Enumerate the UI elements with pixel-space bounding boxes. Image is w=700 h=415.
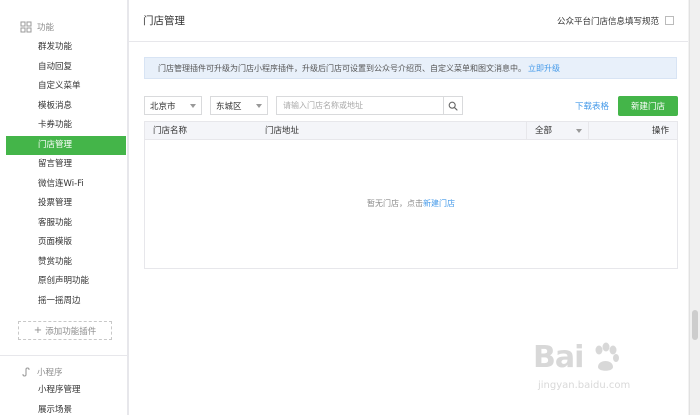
toolbar: 北京市 东城区 下载表格 新建门店 [144, 96, 678, 116]
sidebar-item-wifi[interactable]: 微信连Wi-Fi [0, 175, 127, 195]
empty-state: 暂无门店，点击新建门店 [145, 198, 677, 209]
search-button[interactable] [443, 97, 462, 114]
sidebar-item-card-coupon[interactable]: 卡券功能 [0, 116, 127, 136]
watermark-logo: Bai [533, 340, 584, 375]
sidebar: 功能 群发功能 自动回复 自定义菜单 模板消息 卡券功能 门店管理 留言管理 微… [0, 0, 128, 415]
sidebar-item-store-management[interactable]: 门店管理 [6, 135, 126, 155]
chevron-down-icon [190, 104, 196, 108]
mini-program-icon [20, 366, 32, 378]
sidebar-item-mass-send[interactable]: 群发功能 [0, 38, 127, 58]
empty-new-store-link[interactable]: 新建门店 [423, 199, 455, 208]
sidebar-item-page-template[interactable]: 页面模版 [0, 233, 127, 253]
sidebar-section-mini-label: 小程序 [37, 368, 63, 378]
sidebar-item-auto-reply[interactable]: 自动回复 [0, 58, 127, 78]
sidebar-mini-program-section: 小程序 小程序管理 展示场景 [0, 363, 127, 415]
spec-link[interactable]: 公众平台门店信息填写规范 [557, 15, 659, 27]
spec-checkbox[interactable] [665, 16, 674, 25]
sidebar-section-mini-program: 小程序 [0, 363, 127, 381]
sidebar-item-mini-program-management[interactable]: 小程序管理 [0, 381, 127, 401]
sidebar-item-reward[interactable]: 赞赏功能 [0, 253, 127, 273]
plus-icon: + [33, 325, 43, 336]
table-header: 门店名称 门店地址 全部 操作 [145, 122, 677, 140]
page-header: 门店管理 公众平台门店信息填写规范 [129, 0, 688, 42]
sidebar-section-label: 功能 [37, 23, 55, 33]
upgrade-link[interactable]: 立即升级 [528, 63, 560, 74]
search-icon [448, 101, 458, 111]
sidebar-item-custom-menu[interactable]: 自定义菜单 [0, 77, 127, 97]
district-select[interactable]: 东城区 [210, 96, 268, 115]
baidu-watermark: Bai jingyan.baidu.com [533, 340, 663, 400]
empty-text: 暂无门店，点击 [367, 199, 423, 208]
status-filter-dropdown[interactable]: 全部 [526, 122, 589, 140]
store-table: 门店名称 门店地址 全部 操作 暂无门店，点击新建门店 [144, 121, 678, 269]
sidebar-item-comment-management[interactable]: 留言管理 [0, 155, 127, 175]
scrollbar-thumb[interactable] [692, 310, 698, 340]
page-title: 门店管理 [143, 15, 185, 27]
sidebar-item-display-scene[interactable]: 展示场景 [0, 401, 127, 415]
search-input[interactable] [277, 97, 443, 114]
scrollbar[interactable] [689, 0, 700, 415]
paw-icon [595, 342, 619, 371]
add-plugin-label: 添加功能插件 [45, 326, 97, 337]
city-select-value: 北京市 [150, 101, 176, 112]
store-search [276, 96, 463, 115]
sidebar-section-function: 功能 [0, 18, 127, 36]
sidebar-item-vote-management[interactable]: 投票管理 [0, 194, 127, 214]
status-filter-value: 全部 [535, 126, 553, 136]
download-table-link[interactable]: 下载表格 [575, 100, 609, 112]
new-store-button[interactable]: 新建门店 [618, 96, 678, 116]
column-store-address: 门店地址 [265, 126, 300, 136]
sidebar-item-original-declaration[interactable]: 原创声明功能 [0, 272, 127, 292]
upgrade-notice: 门店管理插件可升级为门店小程序插件，升级后门店可设置到公众号介绍页、自定义菜单和… [144, 57, 677, 79]
column-actions: 操作 [651, 126, 669, 136]
sidebar-divider [0, 355, 127, 356]
chevron-down-icon [256, 104, 262, 108]
sidebar-item-template-message[interactable]: 模板消息 [0, 97, 127, 117]
chevron-down-icon [576, 129, 582, 133]
district-select-value: 东城区 [216, 101, 242, 112]
city-select[interactable]: 北京市 [144, 96, 202, 115]
watermark-url: jingyan.baidu.com [538, 380, 631, 391]
add-plugin-button[interactable]: + 添加功能插件 [18, 321, 112, 340]
grid-icon [20, 21, 32, 33]
sidebar-item-customer-service[interactable]: 客服功能 [0, 214, 127, 234]
spec-link-group[interactable]: 公众平台门店信息填写规范 [557, 15, 674, 27]
notice-text: 门店管理插件可升级为门店小程序插件，升级后门店可设置到公众号介绍页、自定义菜单和… [158, 63, 526, 73]
column-store-name: 门店名称 [153, 126, 188, 136]
sidebar-item-shake-nearby[interactable]: 摇一摇周边 [0, 292, 127, 312]
